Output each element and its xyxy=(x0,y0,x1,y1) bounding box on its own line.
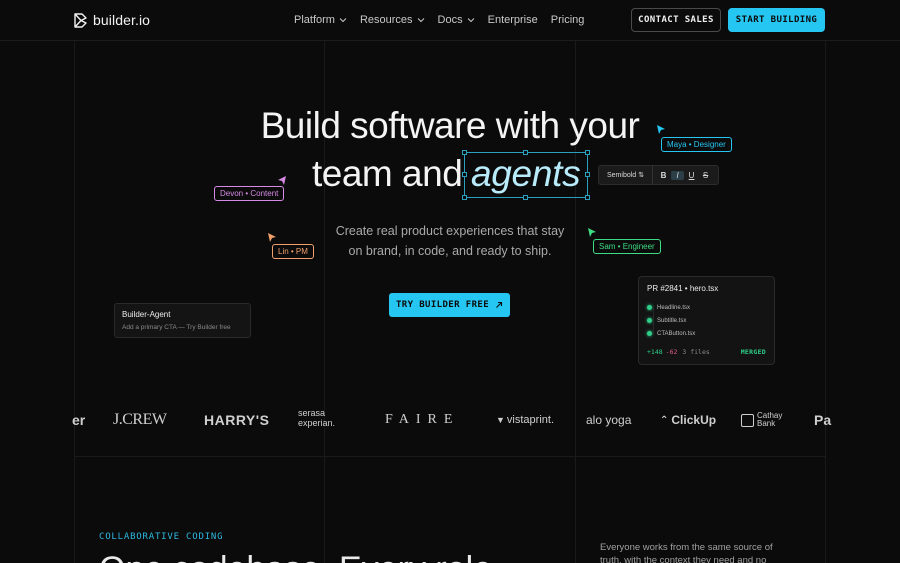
status-dot-icon xyxy=(647,305,652,310)
collaborator-tag-sam: Sam • Engineer xyxy=(593,239,661,254)
font-weight-select[interactable]: Semibold ⇅ xyxy=(599,166,654,184)
cathay-mark-icon xyxy=(741,413,754,427)
resize-handle[interactable] xyxy=(462,150,467,155)
nav-item-resources[interactable]: Resources xyxy=(360,14,425,26)
nav-item-platform[interactable]: Platform xyxy=(294,14,347,26)
collaborator-tag-maya: Maya • Designer xyxy=(661,137,732,152)
cta-label: TRY BUILDER FREE xyxy=(395,300,490,310)
resize-handle[interactable] xyxy=(585,150,590,155)
underline-button[interactable]: U xyxy=(685,171,698,180)
nav-label: Pricing xyxy=(550,14,585,26)
nav-item-pricing[interactable]: Pricing xyxy=(551,14,585,26)
nav-item-enterprise[interactable]: Enterprise xyxy=(488,14,538,26)
logo-partial-right: Pa xyxy=(814,412,832,428)
pr-file-name: CTAButton.tsx xyxy=(657,330,696,337)
resize-handle[interactable] xyxy=(462,195,467,200)
chevron-down-icon xyxy=(417,18,424,23)
logo-jcrew: J.CREW xyxy=(113,411,167,428)
logo-vistaprint-text: vistaprint. xyxy=(506,414,554,426)
section-description: Everyone works from the same source of t… xyxy=(600,542,773,563)
pr-title: PR #2841 • hero.tsx xyxy=(647,284,719,293)
pr-deletions: -62 xyxy=(665,348,678,356)
cursor-icon xyxy=(268,233,276,242)
pr-timeline xyxy=(653,306,654,334)
chevron-updown-icon: ⇅ xyxy=(638,172,645,179)
nav-label: Platform xyxy=(294,14,335,26)
pr-file: Headline.tsx xyxy=(647,301,766,314)
arrow-up-right-icon xyxy=(496,301,503,308)
pr-file-count: 3 files xyxy=(682,348,710,356)
logo-aloyoga: alo yoga xyxy=(586,413,632,427)
pr-file: CTAButton.tsx xyxy=(647,327,766,340)
site-header: builder.io Platform Resources Docs Enter… xyxy=(0,0,900,41)
clickup-mark-icon: ⌃ xyxy=(660,414,669,426)
try-builder-free-button[interactable]: TRY BUILDER FREE xyxy=(389,293,510,317)
pr-status-badge: MERGED xyxy=(740,348,766,356)
agent-description: Add a primary CTA — Try Builder free xyxy=(122,324,231,331)
pr-additions: +148 xyxy=(647,348,663,356)
italic-button[interactable]: I xyxy=(671,170,685,180)
nav-label: Docs xyxy=(437,14,463,26)
section-kicker: COLLABORATIVE CODING xyxy=(99,532,224,542)
resize-handle[interactable] xyxy=(462,172,467,177)
collaborator-tag-devon: Devon • Content xyxy=(214,186,285,201)
pr-file-name: Subtitle.tsx xyxy=(657,317,687,324)
strikethrough-button[interactable]: S xyxy=(699,171,712,180)
cursor-icon xyxy=(657,125,665,134)
pr-file: Subtitle.tsx xyxy=(647,314,766,327)
pull-request-card: PR #2841 • hero.tsx Headline.tsx Subtitl… xyxy=(638,276,775,365)
status-dot-icon xyxy=(647,318,652,323)
chevron-down-icon xyxy=(467,18,474,23)
contact-sales-button[interactable]: CONTACT SALES xyxy=(631,8,721,32)
pr-footer: +148 -62 3 files MERGED xyxy=(647,348,766,356)
hero-subtitle-line1: Create real product experiences that sta… xyxy=(335,224,565,238)
hero-subtitle-line2: on brand, in code, and ready to ship. xyxy=(348,244,552,258)
nav-label: Resources xyxy=(359,14,413,26)
logo-faire: FAIRE xyxy=(385,412,460,427)
customer-logos: er J.CREW HARRY'S serasa experian. FAIRE… xyxy=(0,405,900,435)
logo-vistaprint: ▼ vistaprint. xyxy=(496,405,554,435)
grid-line xyxy=(74,456,826,457)
logo-partial-left: er xyxy=(72,412,86,428)
section-heading: One codebase. Every role. xyxy=(99,550,502,563)
cursor-icon xyxy=(588,228,596,237)
main-nav: Platform Resources Docs Enterprise Prici… xyxy=(294,14,597,26)
agent-title: Builder-Agent xyxy=(122,310,171,319)
collaborator-tag-lin: Lin • PM xyxy=(272,244,314,259)
hero-title-line2: team and xyxy=(312,153,463,194)
logo-text: builder.io xyxy=(93,12,151,28)
vistaprint-mark-icon: ▼ xyxy=(496,415,505,425)
pr-file-list: Headline.tsx Subtitle.tsx CTAButton.tsx xyxy=(647,301,766,340)
cursor-icon xyxy=(278,176,286,185)
logo-serasa-experian: serasa experian. xyxy=(298,408,336,428)
start-building-button[interactable]: START BUILDING xyxy=(728,8,825,32)
logo[interactable]: builder.io xyxy=(74,12,150,28)
resize-handle[interactable] xyxy=(523,195,528,200)
logo-cathay-bank: Cathay Bank xyxy=(741,405,787,435)
logo-harrys: HARRY'S xyxy=(204,412,270,428)
nav-label: Enterprise xyxy=(487,14,538,26)
font-weight-value: Semibold xyxy=(607,171,637,179)
hero-title-line1: Build software with your xyxy=(260,105,640,146)
text-format-toolbar: Semibold ⇅ B I U S xyxy=(598,165,719,185)
hero-title-highlight: agents xyxy=(471,153,581,194)
status-dot-icon xyxy=(647,331,652,336)
logo-cathay-text: Cathay Bank xyxy=(757,411,783,428)
bold-button[interactable]: B xyxy=(657,171,670,180)
logo-clickup: ⌃ ClickUp xyxy=(660,405,716,435)
resize-handle[interactable] xyxy=(585,195,590,200)
nav-item-docs[interactable]: Docs xyxy=(438,14,475,26)
agent-card: Builder-Agent Add a primary CTA — Try Bu… xyxy=(114,303,251,338)
resize-handle[interactable] xyxy=(585,172,590,177)
pr-file-name: Headline.tsx xyxy=(657,304,691,311)
logo-clickup-text: ClickUp xyxy=(671,413,717,427)
chevron-down-icon xyxy=(339,18,347,23)
builder-logo-icon xyxy=(74,12,87,28)
